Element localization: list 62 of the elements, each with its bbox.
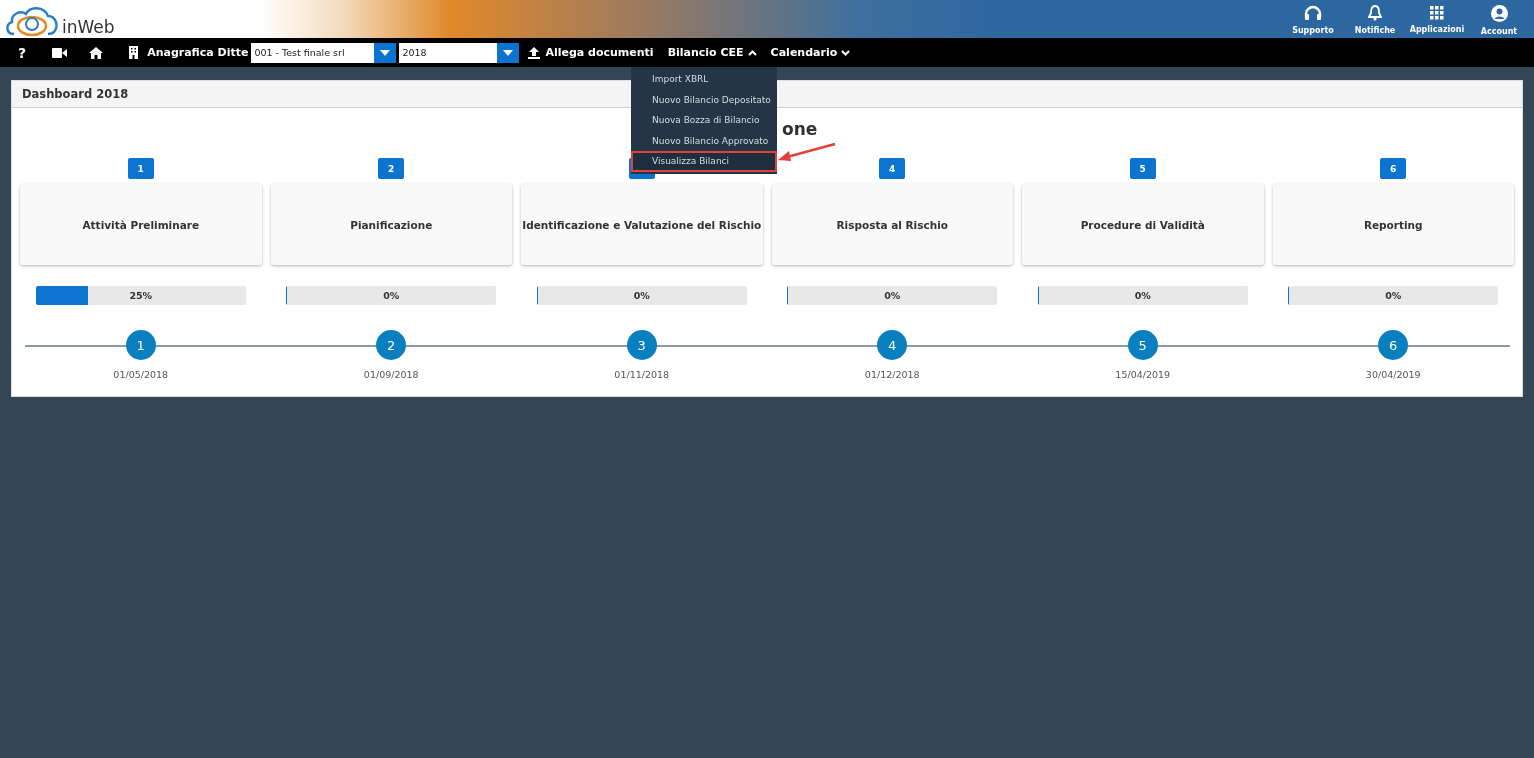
menu-item[interactable]: Nuovo Bilancio Depositato (631, 89, 777, 110)
cloud-logo-icon (4, 4, 60, 38)
panel-title: Dashboard 2018 (22, 87, 129, 101)
phase-card[interactable]: Reporting (1272, 184, 1514, 265)
user-icon (1490, 4, 1508, 22)
timeline-step: 5 (1127, 330, 1158, 360)
grid-icon (1430, 6, 1444, 20)
menu-item[interactable]: Nuovo Bilancio Approvato (631, 130, 777, 151)
timeline-step: 4 (877, 330, 908, 360)
phase-card[interactable]: Identificazione e Valutazione del Rischio (521, 184, 763, 265)
phase-card[interactable]: Pianificazione (270, 184, 512, 265)
support-button[interactable]: Supporto (1282, 0, 1344, 38)
progress-label: 0% (1133, 289, 1152, 303)
step-badge: 2 (378, 158, 405, 179)
bell-icon (1368, 5, 1382, 21)
apps-button[interactable]: Applicazioni (1406, 0, 1468, 38)
timeline-step: 2 (376, 330, 407, 360)
chevron-icon (841, 49, 851, 56)
menu-item[interactable]: Visualizza Bilanci (631, 151, 777, 172)
progress-label: 25% (128, 289, 154, 303)
caret-icon (497, 42, 520, 63)
video-camera-icon[interactable] (52, 47, 68, 58)
progress-label: 0% (632, 289, 651, 303)
menu-item[interactable]: Nuova Bozza di Bilancio (631, 110, 777, 131)
timeline-date: 30/04/2019 (1365, 369, 1421, 380)
phase-card[interactable]: Attività Preliminare (20, 184, 262, 265)
headphones-icon (1304, 5, 1322, 21)
step-badge: 4 (879, 158, 906, 179)
phase-card[interactable]: Risposta al Rischio (771, 184, 1013, 265)
logo-text: inWeb (62, 17, 115, 37)
annotation-arrow (777, 142, 837, 164)
building-icon (129, 46, 139, 59)
account-button[interactable]: Account (1468, 0, 1530, 38)
chevron-icon (747, 49, 757, 56)
home-icon[interactable] (89, 46, 104, 59)
caret-icon (374, 42, 397, 63)
timeline-step: 1 (125, 330, 156, 360)
timeline-date: 01/11/2018 (614, 369, 670, 380)
help-button[interactable]: ? (14, 44, 31, 61)
section-heading: one (782, 119, 818, 139)
attach-documents-link[interactable]: Allega documenti (545, 46, 654, 59)
timeline-step: 3 (626, 330, 657, 360)
menu-item[interactable]: Import XBRL (631, 69, 777, 90)
notifications-button[interactable]: Notifiche (1344, 0, 1406, 38)
timeline-date: 01/09/2018 (363, 369, 419, 380)
year-select[interactable]: 2018 (399, 42, 520, 63)
timeline-date: 01/05/2018 (113, 369, 169, 380)
timeline-step: 6 (1378, 330, 1409, 360)
company-label: Anagrafica Ditte (147, 46, 249, 59)
company-select[interactable]: 001 - Test finale srl (251, 42, 397, 63)
nav-menu[interactable]: Calendario (770, 46, 851, 59)
timeline-date: 01/12/2018 (864, 369, 920, 380)
progress-label: 0% (382, 289, 401, 303)
step-badge: 5 (1129, 158, 1156, 179)
progress-label: 0% (883, 289, 902, 303)
nav-menu[interactable]: Bilancio CEE (667, 46, 757, 59)
step-badge: 1 (127, 158, 154, 179)
upload-icon (528, 46, 541, 59)
step-badge: 6 (1380, 158, 1407, 179)
phase-card[interactable]: Procedure di Validità (1022, 184, 1264, 265)
progress-label: 0% (1384, 289, 1403, 303)
timeline-date: 15/04/2019 (1115, 369, 1171, 380)
